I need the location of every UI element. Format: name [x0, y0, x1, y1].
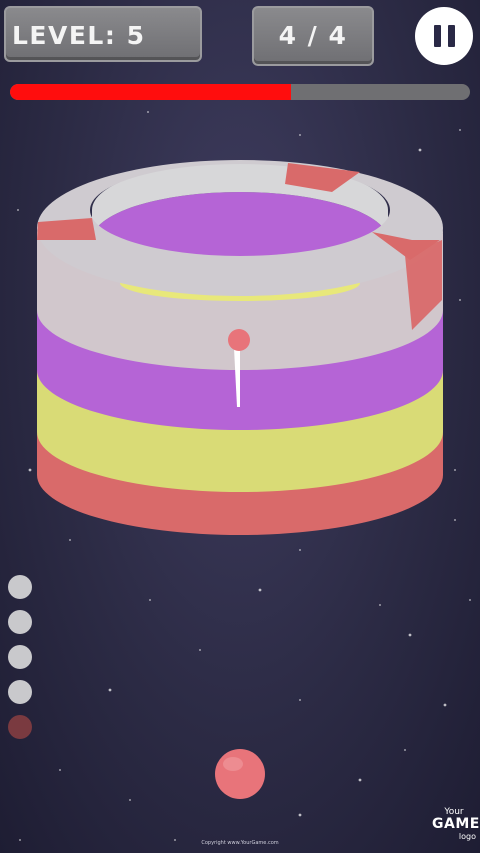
star	[149, 599, 151, 601]
pause-button[interactable]	[415, 7, 473, 65]
ammo-ball-remaining	[8, 575, 32, 599]
star	[108, 688, 112, 692]
star	[129, 799, 131, 801]
stage-counter-label: 4 / 4	[278, 21, 348, 50]
star	[454, 519, 456, 521]
level-progress-bar	[10, 84, 470, 100]
stage-counter: 4 / 4	[252, 6, 374, 66]
level-label: LEVEL: 5	[12, 21, 146, 50]
star	[404, 749, 406, 751]
star	[147, 111, 149, 113]
ammo-ball-remaining	[8, 645, 32, 669]
copyright-text: Copyright www.YourGame.com	[201, 840, 279, 846]
game-scene	[17, 38, 471, 841]
logo-game-text: GAME	[432, 816, 480, 832]
ammo-ball-current	[8, 715, 32, 739]
logo-sub-text: logo	[458, 832, 476, 841]
star	[258, 588, 262, 592]
pause-bar-left	[433, 25, 441, 47]
star	[408, 633, 412, 637]
star	[299, 699, 301, 701]
star	[199, 649, 201, 651]
shooter-ball[interactable]	[215, 749, 265, 799]
star	[358, 778, 362, 782]
star	[298, 813, 302, 817]
star	[454, 469, 456, 471]
star	[418, 148, 422, 152]
shooter[interactable]	[215, 749, 265, 799]
star	[17, 209, 19, 211]
star	[379, 604, 381, 606]
star	[299, 549, 301, 551]
star	[69, 539, 71, 541]
star	[469, 599, 471, 601]
star	[28, 468, 32, 472]
pause-icon	[433, 25, 455, 47]
level-indicator: LEVEL: 5	[4, 6, 202, 62]
shooter-ball-highlight	[223, 757, 243, 771]
star	[59, 769, 61, 771]
projectile-ball	[228, 329, 250, 351]
star	[459, 129, 461, 131]
star	[299, 134, 301, 136]
pause-bar-right	[447, 25, 455, 47]
star	[459, 299, 461, 301]
game-logo: Your GAME logo	[432, 807, 480, 847]
star	[443, 703, 447, 707]
ammo-ball-remaining	[8, 610, 32, 634]
level-progress-fill	[10, 84, 291, 100]
ammo-ball-remaining	[8, 680, 32, 704]
